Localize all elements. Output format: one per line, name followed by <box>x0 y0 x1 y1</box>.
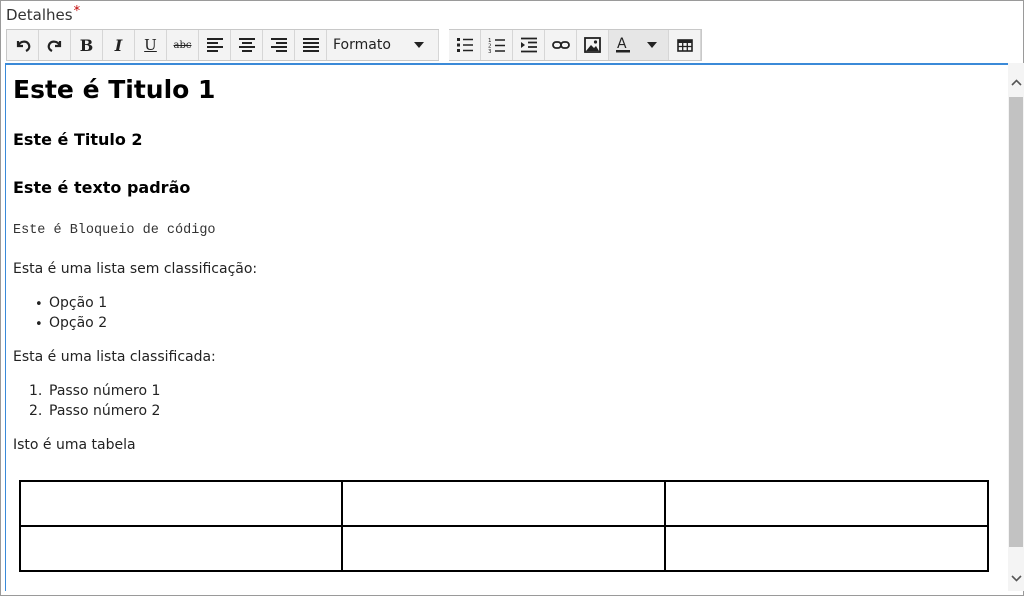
ordered-list-item: Passo número 1 <box>49 383 161 399</box>
link-icon <box>551 41 570 49</box>
align-justify-icon <box>302 38 319 52</box>
chevron-down-icon <box>1010 574 1022 582</box>
editor-content-area[interactable]: Este é Titulo 1 Este é Titulo 2 Este é t… <box>5 63 1008 591</box>
required-mark: * <box>73 4 81 19</box>
scroll-up-button[interactable] <box>1008 71 1024 93</box>
align-right-icon <box>270 38 287 52</box>
align-center-button[interactable] <box>231 30 263 60</box>
align-left-button[interactable] <box>199 30 231 60</box>
svg-text:3: 3 <box>488 49 492 54</box>
underline-button[interactable]: U <box>135 30 167 60</box>
chevron-up-icon <box>1010 78 1022 86</box>
chevron-down-icon <box>414 42 424 48</box>
field-label-text: Detalhes <box>6 6 73 24</box>
redo-icon <box>47 40 61 52</box>
link-button[interactable] <box>545 30 577 60</box>
unordered-list-item: Opção 2 <box>49 315 108 331</box>
chevron-down-icon <box>647 42 658 48</box>
list-number: 1. <box>29 383 43 399</box>
unordered-list-intro: Esta é uma lista sem classificação: <box>13 261 258 277</box>
undo-icon <box>16 40 30 52</box>
image-button[interactable] <box>577 30 609 60</box>
format-label: Formato <box>333 37 391 53</box>
ordered-list-intro: Esta é uma lista classificada: <box>13 349 216 365</box>
align-center-icon <box>238 38 255 52</box>
indent-button[interactable] <box>513 30 545 60</box>
heading-2: Este é Titulo 2 <box>13 130 143 149</box>
table-cell[interactable] <box>341 525 666 572</box>
italic-icon: I <box>114 35 123 55</box>
table-icon <box>676 38 693 52</box>
table-cell[interactable] <box>663 525 990 572</box>
strikethrough-icon: abc <box>173 39 192 51</box>
vertical-scrollbar[interactable] <box>1008 63 1024 591</box>
scroll-down-button[interactable] <box>1008 567 1024 589</box>
indent-icon <box>520 37 537 53</box>
bold-button[interactable]: B <box>71 30 103 60</box>
bold-icon: B <box>79 35 94 55</box>
list-number: 2. <box>29 403 43 419</box>
table-cell[interactable] <box>663 480 990 527</box>
editor-toolbar: B I U abc Formato 123 A <box>6 29 702 61</box>
rich-text-field: Detalhes* B I U abc Formato 1 2 3 A Este… <box>0 0 1024 596</box>
bullet-marker: • <box>35 317 43 332</box>
align-left-icon <box>206 38 223 52</box>
font-color-button[interactable]: A <box>609 30 669 60</box>
table-button[interactable] <box>669 30 701 60</box>
field-label: Detalhes* <box>6 4 81 24</box>
table-row <box>18 525 990 572</box>
scrollbar-thumb[interactable] <box>1009 97 1023 547</box>
table-intro: Isto é uma tabela <box>13 437 136 453</box>
ordered-list-item: Passo número 2 <box>49 403 161 419</box>
italic-button[interactable]: I <box>103 30 135 60</box>
code-block: Este é Bloqueio de código <box>13 223 216 238</box>
bullet-list-icon <box>456 38 473 52</box>
font-color-icon: A <box>609 30 637 60</box>
unordered-list-item: Opção 1 <box>49 295 108 311</box>
font-color-letter: A <box>617 36 627 52</box>
strikethrough-button[interactable]: abc <box>167 30 199 60</box>
format-dropdown[interactable]: Formato <box>327 30 439 60</box>
table-cell[interactable] <box>18 525 344 572</box>
underline-icon: U <box>144 36 157 54</box>
undo-button[interactable] <box>7 30 39 60</box>
toolbar-separator <box>439 29 449 61</box>
align-justify-button[interactable] <box>295 30 327 60</box>
numbered-list-icon: 123 <box>488 38 505 54</box>
bullet-marker: • <box>35 297 43 312</box>
heading-1: Este é Titulo 1 <box>13 75 216 104</box>
redo-button[interactable] <box>39 30 71 60</box>
bullet-list-button[interactable] <box>449 30 481 60</box>
table-cell[interactable] <box>18 480 344 527</box>
heading-3: Este é texto padrão <box>13 178 191 197</box>
table-row <box>18 480 990 527</box>
table-cell[interactable] <box>341 480 666 527</box>
numbered-list-button[interactable]: 123 <box>481 30 513 60</box>
image-icon <box>584 37 601 53</box>
content-table <box>18 480 990 572</box>
font-color-dropdown[interactable] <box>637 30 668 60</box>
align-right-button[interactable] <box>263 30 295 60</box>
